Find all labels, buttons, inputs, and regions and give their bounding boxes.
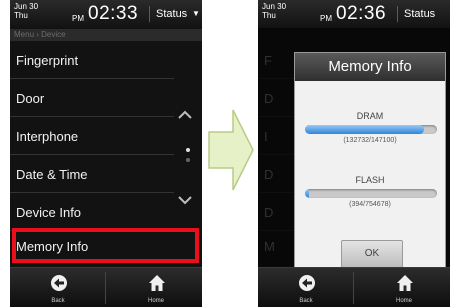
scroll-up-icon[interactable] [178, 108, 192, 122]
ok-button[interactable]: OK [341, 240, 403, 268]
menu-item-door[interactable]: Door [10, 80, 174, 117]
back-arrow-icon [299, 275, 315, 291]
status-bar: Jun 30 Thu PM 02:36 Status [258, 0, 450, 28]
ampm-label: PM [72, 14, 84, 23]
date-weekday: Thu [14, 11, 28, 20]
flash-usage-bar [305, 189, 437, 198]
dram-usage-bar [305, 125, 437, 134]
clock-time: 02:36 [336, 3, 387, 24]
memory-info-dialog: Memory Info DRAM (132732/147100) FLASH (… [294, 52, 446, 272]
status-button[interactable]: Status [156, 8, 187, 20]
ampm-label: PM [320, 14, 332, 23]
transition-arrow-icon [208, 109, 254, 191]
bottom-nav-bar: Back Home [258, 267, 450, 307]
dram-usage-fill [305, 125, 425, 134]
dialog-title: Memory Info [295, 53, 445, 81]
home-icon [397, 275, 413, 291]
menu-item-device-info[interactable]: Device Info [10, 194, 174, 231]
menu-item-interphone[interactable]: Interphone [10, 118, 174, 155]
back-button[interactable]: Back [276, 268, 336, 307]
home-button[interactable]: Home [126, 268, 186, 307]
menu-item-fingerprint[interactable]: Fingerprint [10, 42, 174, 79]
dram-label: DRAM [356, 111, 384, 121]
home-label: Home [147, 298, 164, 304]
scroll-down-icon[interactable] [178, 193, 192, 207]
scroll-position-dot [186, 158, 190, 162]
status-divider [397, 6, 398, 22]
home-icon [149, 275, 165, 291]
status-dropdown-icon[interactable]: ▼ [192, 9, 200, 18]
bottom-nav-bar: Back Home [10, 267, 202, 307]
device-screen-after: Jun 30 Thu PM 02:36 Status F D I D D M M… [258, 0, 450, 307]
device-screen-before: Jun 30 Thu PM 02:33 Status ▼ Menu › Devi… [10, 0, 202, 307]
back-arrow-icon [51, 275, 67, 291]
date-day: Jun 30 [262, 2, 287, 11]
dram-usage-text: (132732/147100) [343, 137, 397, 144]
highlight-box [12, 228, 199, 263]
nav-divider [105, 272, 106, 304]
date-day: Jun 30 [14, 2, 39, 11]
menu-item-date-time[interactable]: Date & Time [10, 156, 174, 193]
back-button[interactable]: Back [28, 268, 88, 307]
home-label: Home [395, 298, 412, 304]
status-button[interactable]: Status [404, 8, 435, 20]
back-label: Back [299, 298, 313, 304]
status-bar: Jun 30 Thu PM 02:33 Status ▼ [10, 0, 202, 28]
date-weekday: Thu [262, 11, 276, 20]
nav-divider [353, 272, 354, 304]
home-button[interactable]: Home [374, 268, 434, 307]
status-divider [149, 6, 150, 22]
back-label: Back [51, 298, 65, 304]
flash-usage-fill [305, 189, 309, 198]
breadcrumb: Menu › Device [10, 29, 202, 41]
flash-usage-text: (394/754678) [349, 201, 391, 208]
scroll-position-dot-active [186, 148, 190, 152]
flash-label: FLASH [355, 175, 385, 185]
clock-time: 02:33 [88, 3, 139, 24]
